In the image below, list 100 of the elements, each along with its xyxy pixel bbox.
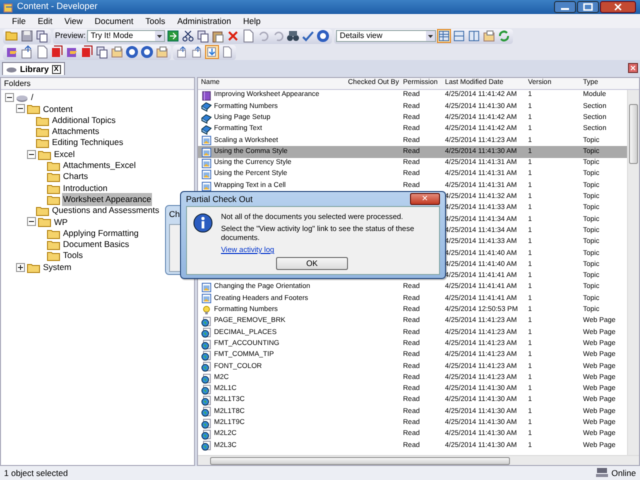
folder-icon	[47, 239, 60, 250]
spellcheck-icon[interactable]	[300, 29, 315, 43]
scissors-icon[interactable]	[180, 29, 195, 43]
menu-item[interactable]: Help	[237, 14, 267, 28]
minimize-button[interactable]	[554, 1, 576, 13]
go-icon[interactable]	[166, 29, 180, 43]
folder-icon	[47, 160, 60, 171]
tree-item[interactable]: Charts	[62, 170, 90, 184]
dialog-title: Ch	[169, 209, 180, 219]
help-icon[interactable]	[316, 29, 330, 43]
ok-button[interactable]: OK	[276, 257, 348, 270]
document-tool-icon[interactable]	[80, 45, 94, 59]
tree-item[interactable]: Worksheet Appearance	[62, 192, 152, 206]
menu-item[interactable]: Tools	[139, 14, 172, 28]
copy-icon[interactable]	[196, 29, 210, 43]
document-tool-icon[interactable]	[140, 45, 154, 59]
picture-document-icon	[201, 146, 212, 158]
document-tool-icon[interactable]	[65, 45, 79, 59]
globe-icon	[201, 350, 212, 361]
tree-item[interactable]: Tools	[62, 249, 84, 262]
globe-icon	[201, 429, 212, 440]
collapse-icon[interactable]	[5, 93, 14, 102]
document-tool-icon[interactable]	[95, 45, 109, 59]
delete-icon[interactable]	[226, 29, 240, 43]
tree-item[interactable]: Attachments_Excel	[62, 159, 137, 172]
panel-close-icon[interactable]	[628, 63, 638, 73]
tree-item[interactable]: System	[42, 260, 72, 274]
toolbar-button[interactable]	[205, 45, 219, 59]
collapse-icon[interactable]	[27, 217, 36, 226]
globe-icon	[201, 338, 212, 350]
globe-icon	[201, 440, 212, 452]
picture-document-icon	[201, 180, 212, 192]
folder-icon	[36, 137, 49, 148]
connection-status: Online	[611, 466, 636, 480]
tree-item[interactable]: Document Basics	[62, 238, 130, 251]
maximize-button[interactable]	[577, 1, 599, 13]
document-tool-icon[interactable]	[125, 45, 139, 59]
document-tool-icon[interactable]	[20, 45, 34, 59]
view-dropdown[interactable]: Details view	[336, 30, 436, 42]
tree-item[interactable]: WP	[53, 216, 69, 228]
book-icon	[201, 112, 212, 124]
close-button[interactable]	[600, 1, 636, 13]
menu-item[interactable]: Document	[88, 14, 140, 28]
horizontal-scrollbar[interactable]	[198, 455, 639, 465]
book-icon	[201, 124, 212, 136]
caret-icon	[154, 31, 164, 41]
document-tool-icon[interactable]	[5, 45, 19, 59]
vertical-scrollbar[interactable]	[627, 90, 639, 455]
document-tool-icon[interactable]	[155, 45, 169, 59]
picture-document-icon	[201, 282, 212, 294]
collapse-icon[interactable]	[27, 150, 36, 159]
tree-item[interactable]: Questions and Assessments	[51, 204, 160, 217]
tree-item[interactable]: Applying Formatting	[62, 226, 140, 240]
drive-icon	[6, 65, 17, 73]
view-button[interactable]	[436, 29, 451, 43]
view-button[interactable]	[466, 29, 481, 43]
folder-icon	[36, 114, 49, 126]
column-header: Folders	[3, 78, 31, 90]
folder-icon	[38, 216, 51, 228]
tree-item[interactable]: Attachments	[51, 125, 100, 138]
collapse-icon[interactable]	[16, 104, 25, 114]
globe-icon	[201, 361, 212, 372]
folder-icon	[47, 171, 60, 182]
binoculars-icon[interactable]	[286, 29, 300, 43]
view-button[interactable]	[452, 29, 466, 43]
save-icon[interactable]	[20, 29, 34, 43]
menu-item[interactable]: View	[58, 14, 89, 28]
menu-item[interactable]: Edit	[32, 14, 58, 28]
folder-icon	[38, 148, 51, 160]
tree-item[interactable]: Additional Topics	[51, 114, 117, 127]
refresh-icon[interactable]	[496, 29, 511, 43]
tree-item[interactable]: Excel	[53, 148, 76, 161]
lightbulb-icon	[201, 304, 212, 316]
tree-item[interactable]: Introduction	[62, 182, 108, 194]
book-icon	[201, 101, 212, 112]
folder-icon	[36, 205, 49, 216]
network-icon	[595, 466, 610, 480]
toolbar-button[interactable]	[190, 45, 204, 59]
folder-icon	[36, 126, 49, 138]
globe-icon	[201, 316, 212, 328]
copy-icon[interactable]	[35, 29, 49, 43]
dialog-title: Partial Check Out	[186, 192, 253, 206]
document-tool-icon[interactable]	[50, 45, 64, 59]
tree-item[interactable]: Editing Techniques	[51, 136, 124, 150]
picture-document-icon	[201, 158, 212, 169]
toolbar-button[interactable]	[175, 45, 189, 59]
properties-icon[interactable]	[482, 29, 496, 43]
tree-item[interactable]: Content	[42, 102, 74, 116]
preview-dropdown[interactable]: Try It! Mode	[86, 30, 165, 42]
menu-item[interactable]: File	[6, 14, 32, 28]
folder-icon	[47, 250, 60, 262]
picture-document-icon	[201, 135, 212, 146]
info-icon	[193, 212, 213, 234]
paste-icon[interactable]	[210, 29, 225, 43]
document-tool-icon[interactable]	[110, 45, 124, 59]
expand-icon[interactable]	[16, 262, 25, 272]
tree-item[interactable]: /	[30, 91, 34, 104]
menu-item[interactable]: Administration	[171, 14, 238, 28]
drive-icon	[16, 92, 28, 103]
picture-document-icon	[201, 293, 212, 304]
